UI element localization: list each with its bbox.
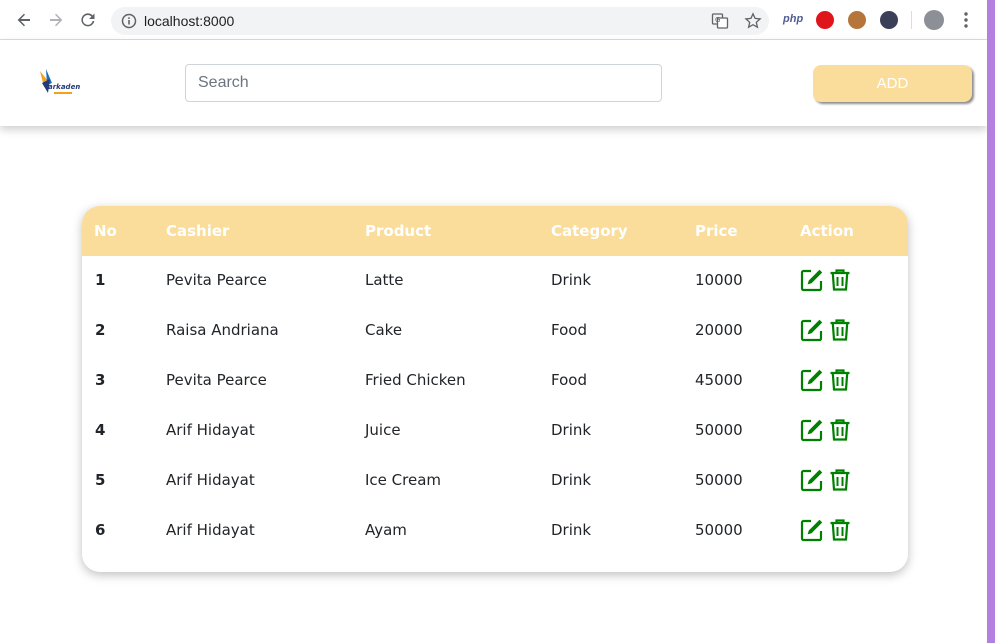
trash-icon[interactable] (828, 518, 852, 542)
row-cashier: Pevita Pearce (166, 271, 267, 289)
table-row: 6 Arif Hidayat Ayam Drink 50000 (82, 506, 908, 556)
stop-extension-icon[interactable] (816, 11, 834, 29)
cookie-extension-icon[interactable] (848, 11, 866, 29)
browser-window: localhost:8000 G php arkade Search ADD N… (0, 0, 987, 643)
row-price: 50000 (695, 471, 743, 489)
edit-icon[interactable] (800, 268, 824, 292)
logo-text: arkademy (48, 83, 80, 91)
table-row: 3 Pevita Pearce Fried Chicken Food 45000 (82, 356, 908, 406)
trash-icon[interactable] (828, 318, 852, 342)
logo[interactable]: arkademy (36, 67, 88, 99)
row-category: Drink (551, 521, 592, 539)
svg-text:G: G (715, 16, 720, 24)
row-cashier: Pevita Pearce (166, 371, 267, 389)
url-text[interactable]: localhost:8000 (144, 13, 234, 29)
header-category: Category (551, 222, 628, 240)
row-category: Drink (551, 421, 592, 439)
row-product: Ice Cream (365, 471, 442, 489)
trash-icon[interactable] (828, 418, 852, 442)
back-button[interactable] (12, 8, 36, 32)
header-cashier: Cashier (166, 222, 230, 240)
edit-icon[interactable] (800, 368, 824, 392)
trash-icon[interactable] (828, 368, 852, 392)
header-product: Product (365, 222, 432, 240)
star-icon[interactable] (744, 12, 762, 34)
table-row: 1 Pevita Pearce Latte Drink 10000 (82, 256, 908, 306)
row-category: Food (551, 371, 587, 389)
table-header: No Cashier Product Category Price Action (82, 206, 908, 256)
row-product: Cake (365, 321, 403, 339)
arrow-right-icon (50, 13, 63, 27)
edit-icon[interactable] (800, 418, 824, 442)
edit-icon[interactable] (800, 518, 824, 542)
php-extension-icon[interactable]: php (783, 13, 803, 25)
profile-extension-icon[interactable] (880, 11, 898, 29)
add-button[interactable]: ADD (813, 65, 972, 102)
reload-button[interactable] (76, 8, 100, 32)
avatar[interactable] (924, 10, 944, 30)
reload-icon (81, 13, 95, 27)
row-price: 45000 (695, 371, 743, 389)
search-input[interactable] (185, 64, 662, 102)
row-category: Drink (551, 271, 592, 289)
edit-icon[interactable] (800, 468, 824, 492)
row-price: 20000 (695, 321, 743, 339)
row-cashier: Arif Hidayat (166, 521, 255, 539)
browser-toolbar: localhost:8000 G php (0, 0, 987, 40)
translate-icon[interactable]: G (711, 12, 729, 34)
row-category: Drink (551, 471, 592, 489)
row-no: 3 (95, 371, 106, 389)
row-product: Juice (365, 421, 401, 439)
table-row: 2 Raisa Andriana Cake Food 20000 (82, 306, 908, 356)
row-price: 50000 (695, 421, 743, 439)
transactions-table: No Cashier Product Category Price Action… (82, 206, 908, 572)
header-no: No (94, 222, 117, 240)
forward-button[interactable] (44, 8, 68, 32)
trash-icon[interactable] (828, 268, 852, 292)
header-action: Action (800, 222, 854, 240)
row-cashier: Raisa Andriana (166, 321, 279, 339)
row-no: 2 (95, 321, 106, 339)
toolbar-divider (911, 11, 912, 29)
row-cashier: Arif Hidayat (166, 471, 255, 489)
info-icon[interactable] (121, 13, 137, 33)
row-no: 6 (95, 521, 106, 539)
trash-icon[interactable] (828, 468, 852, 492)
row-no: 4 (95, 421, 106, 439)
row-category: Food (551, 321, 587, 339)
row-product: Fried Chicken (365, 371, 466, 389)
row-cashier: Arif Hidayat (166, 421, 255, 439)
row-no: 1 (95, 271, 106, 289)
arrow-left-icon (17, 13, 30, 27)
header-price: Price (695, 222, 738, 240)
row-product: Latte (365, 271, 404, 289)
row-price: 10000 (695, 271, 743, 289)
table-row: 5 Arif Hidayat Ice Cream Drink 50000 (82, 456, 908, 506)
app-header: arkademy ADD (0, 40, 987, 126)
address-bar[interactable]: localhost:8000 G (111, 7, 769, 35)
table-row: 4 Arif Hidayat Juice Drink 50000 (82, 406, 908, 456)
row-price: 50000 (695, 521, 743, 539)
row-product: Ayam (365, 521, 407, 539)
kebab-menu-icon[interactable] (958, 10, 974, 34)
edit-icon[interactable] (800, 318, 824, 342)
row-no: 5 (95, 471, 106, 489)
